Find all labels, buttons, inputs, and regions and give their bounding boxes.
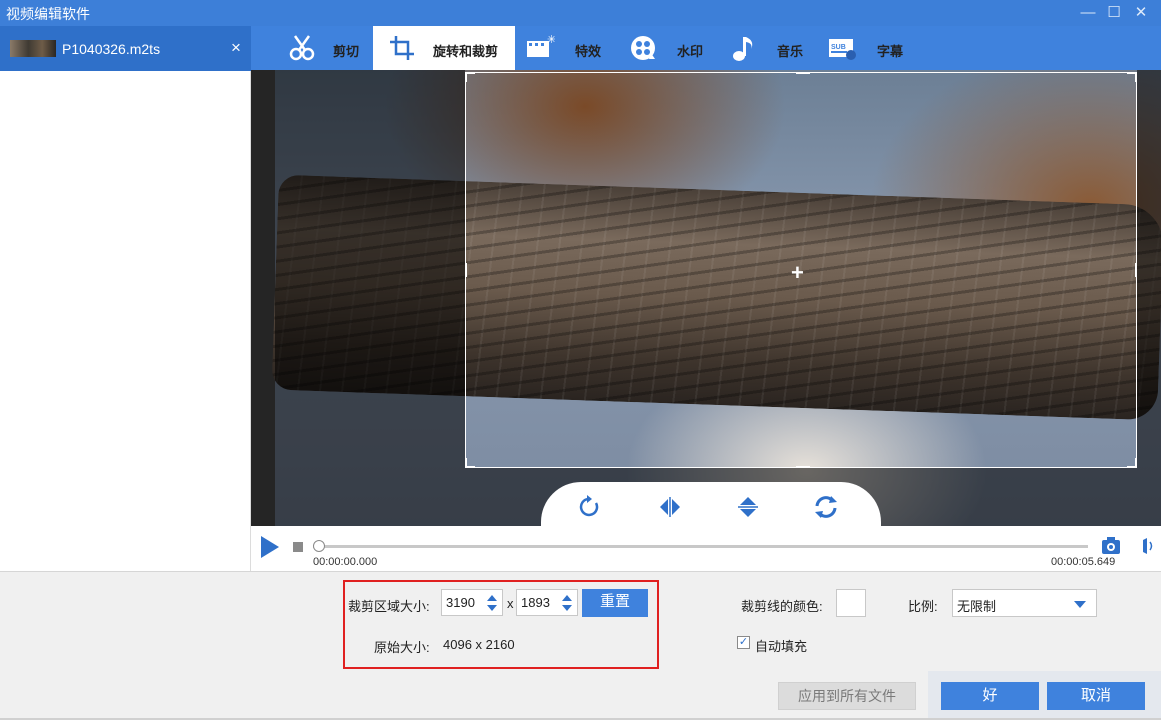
crop-handle-bottom-right[interactable] xyxy=(1127,458,1137,468)
tab-music-label: 音乐 xyxy=(777,44,804,59)
timeline-handle[interactable] xyxy=(313,540,325,552)
tab-cut-label: 剪切 xyxy=(333,44,360,59)
play-icon[interactable] xyxy=(261,536,279,558)
crop-icon xyxy=(390,36,414,60)
current-time: 00:00:00.000 xyxy=(313,556,378,568)
watermark-icon xyxy=(631,36,655,60)
stop-icon[interactable] xyxy=(293,542,303,552)
crop-height-value: 1893 xyxy=(521,595,550,610)
flip-horizontal-icon[interactable] xyxy=(657,494,683,520)
tab-subtitle[interactable]: SUB 字幕 xyxy=(827,26,919,70)
crop-center-marker: + xyxy=(791,260,804,285)
total-time: 00:00:05.649 xyxy=(1051,556,1116,568)
crop-handle-bottom-left[interactable] xyxy=(465,458,475,468)
crop-settings-panel: 裁剪区域大小: 3190 x 1893 重置 原始大小: 4096 x 2160… xyxy=(0,571,1161,720)
tab-cut[interactable]: 剪切 xyxy=(271,26,371,70)
rotate-toolbar xyxy=(541,482,881,526)
close-window-button[interactable]: ✕ xyxy=(1131,3,1151,23)
flip-vertical-icon[interactable] xyxy=(735,494,761,520)
ratio-select[interactable]: 无限制 xyxy=(952,589,1097,617)
original-size-value: 4096 x 2160 xyxy=(443,637,515,652)
title-bar: 视频编辑软件 — ☐ ✕ xyxy=(0,0,1161,26)
cancel-button[interactable]: 取消 xyxy=(1047,682,1145,710)
crop-mask-right xyxy=(1137,70,1161,526)
remove-file-button[interactable]: × xyxy=(231,38,241,58)
crop-handle-top[interactable] xyxy=(796,72,810,82)
reset-button[interactable]: 重置 xyxy=(582,589,648,617)
edit-toolbar: 剪切 旋转和裁剪 ✳ 特效 水印 音乐 SUB 字幕 xyxy=(251,26,1161,70)
ok-button[interactable]: 好 xyxy=(941,682,1039,710)
stepper-arrows-icon[interactable] xyxy=(487,593,497,613)
player-controls: 00:00:00.000 00:00:05.649 xyxy=(251,526,1161,571)
camera-snapshot-icon[interactable] xyxy=(1101,536,1123,556)
rotate-clockwise-icon[interactable] xyxy=(577,494,603,520)
scissors-icon xyxy=(289,35,315,61)
tab-rotate-crop-label: 旋转和裁剪 xyxy=(433,44,499,59)
tab-watermark[interactable]: 水印 xyxy=(625,26,717,70)
svg-text:SUB: SUB xyxy=(831,44,846,51)
original-size-label: 原始大小: xyxy=(374,640,430,655)
tab-effects-label: 特效 xyxy=(575,44,602,59)
crop-height-stepper[interactable]: 1893 xyxy=(516,589,578,616)
effects-icon: ✳ xyxy=(527,34,555,57)
crop-area-label: 裁剪区域大小: xyxy=(348,599,430,614)
crop-handle-top-right[interactable] xyxy=(1127,72,1137,82)
ratio-label: 比例: xyxy=(908,599,938,614)
file-name: P1040326.m2ts xyxy=(62,41,161,57)
dropdown-arrow-icon xyxy=(1074,601,1086,608)
stepper-arrows-icon[interactable] xyxy=(562,593,572,613)
crop-line-color-label: 裁剪线的颜色: xyxy=(741,599,823,614)
crop-width-value: 3190 xyxy=(446,595,475,610)
reset-rotation-icon[interactable] xyxy=(813,494,839,520)
ratio-value: 无限制 xyxy=(957,599,997,614)
tab-effects[interactable]: ✳ 特效 xyxy=(523,26,615,70)
crop-width-stepper[interactable]: 3190 xyxy=(441,589,503,616)
timeline-track[interactable] xyxy=(313,545,1088,548)
crop-handle-right[interactable] xyxy=(1127,263,1137,277)
apply-to-all-files-button[interactable]: 应用到所有文件 xyxy=(778,682,916,710)
minimize-button[interactable]: — xyxy=(1078,3,1098,23)
svg-text:✳: ✳ xyxy=(547,34,555,46)
window-title: 视频编辑软件 xyxy=(6,6,90,22)
file-list-item[interactable]: P1040326.m2ts × xyxy=(0,26,251,71)
tab-subtitle-label: 字幕 xyxy=(877,44,904,59)
dimension-separator: x xyxy=(507,596,514,611)
crop-line-color-picker[interactable] xyxy=(836,589,866,617)
tab-music[interactable]: 音乐 xyxy=(727,26,817,70)
video-thumbnail xyxy=(10,40,56,57)
music-icon xyxy=(733,37,753,61)
video-preview: + ˇ xyxy=(251,70,1161,526)
subtitle-icon: SUB xyxy=(829,39,856,60)
volume-icon[interactable] xyxy=(1137,538,1157,554)
tab-rotate-crop[interactable]: 旋转和裁剪 xyxy=(373,26,515,70)
tab-watermark-label: 水印 xyxy=(677,44,704,59)
auto-fill-label: 自动填充 xyxy=(755,639,808,654)
crop-handle-left[interactable] xyxy=(465,263,475,277)
crop-handle-top-left[interactable] xyxy=(465,72,475,82)
crop-mask-left xyxy=(275,70,465,526)
maximize-button[interactable]: ☐ xyxy=(1104,3,1124,23)
crop-handle-bottom[interactable] xyxy=(796,458,810,468)
auto-fill-checkbox[interactable]: ✓ xyxy=(737,636,750,649)
